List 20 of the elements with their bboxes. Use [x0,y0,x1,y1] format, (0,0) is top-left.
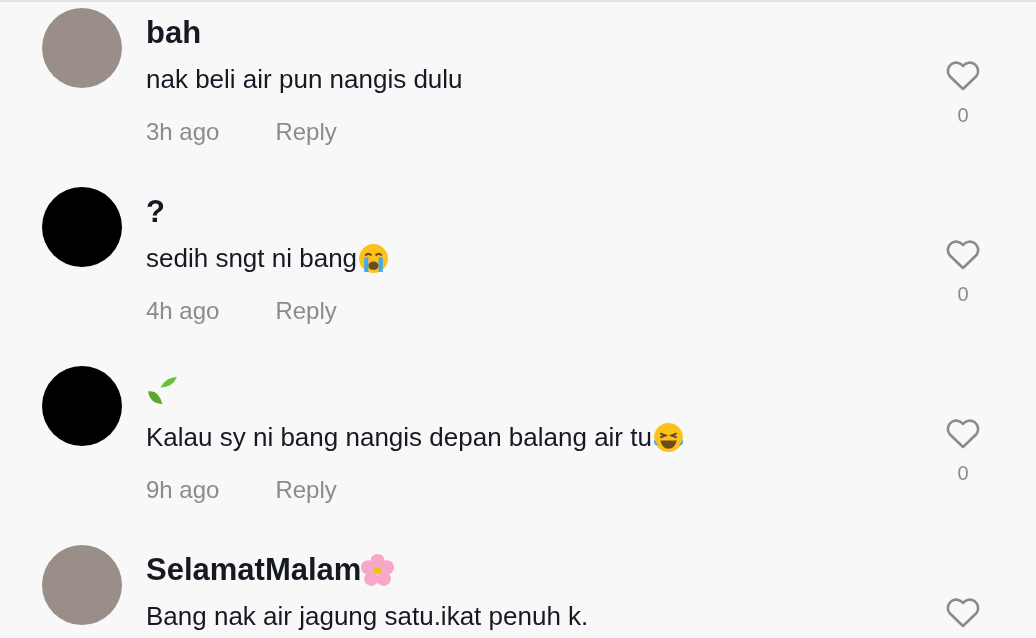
comment-text: sedih sngt ni bang [146,242,358,274]
crying-face-icon [357,241,391,275]
comment-time: 4h ago [146,297,220,325]
like-count: 0 [957,462,969,485]
comment-time: 9h ago [146,476,220,504]
flower-icon [361,553,395,587]
comment-text: Bang nak air jagung satu.ikat penuh k. [146,600,589,632]
username[interactable]: bah [146,15,202,51]
like-count: 0 [957,104,969,127]
like-count: 0 [957,283,969,306]
username[interactable]: SelamatMalam [146,552,362,588]
heart-icon[interactable] [945,239,981,271]
heart-icon[interactable] [945,597,981,629]
comment-time: 3h ago [146,118,220,146]
heart-icon[interactable] [945,60,981,92]
username[interactable]: ? [146,194,165,230]
laughing-face-icon [651,420,685,454]
comment-text: nak beli air pun nangis dulu [146,63,463,95]
comment-text: Kalau sy ni bang nangis depan balang air tu [146,421,652,453]
heart-icon[interactable] [945,418,981,450]
